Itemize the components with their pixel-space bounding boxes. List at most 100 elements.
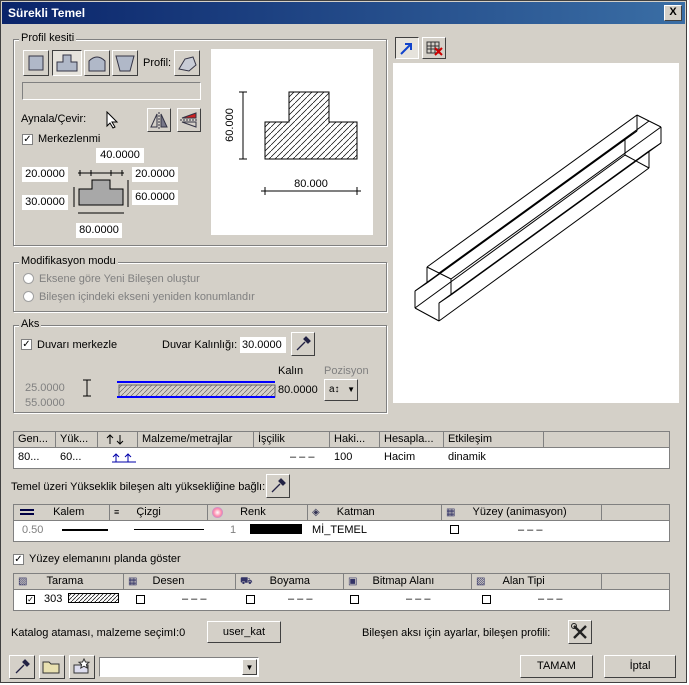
mirror-vertical-button[interactable] bbox=[177, 108, 201, 132]
surface-value[interactable]: – – – bbox=[514, 523, 542, 537]
close-button[interactable]: X bbox=[664, 5, 682, 21]
dim-bottom-field[interactable]: 80.0000 bbox=[76, 223, 122, 238]
cancel-button[interactable]: İptal bbox=[604, 655, 676, 678]
trapezoid-profile-icon bbox=[115, 55, 135, 72]
favorites-combo[interactable]: ▼ bbox=[99, 657, 259, 677]
dim-right2-field[interactable]: 60.0000 bbox=[132, 190, 178, 205]
show-surface-label: Yüzey elemanını planda göster bbox=[29, 553, 181, 565]
ok-button[interactable]: TAMAM bbox=[520, 655, 593, 678]
rounded-profile-button[interactable] bbox=[84, 50, 110, 76]
bitmap-checkbox[interactable] bbox=[350, 593, 359, 605]
layer-value[interactable]: Mİ_TEMEL bbox=[308, 523, 367, 537]
view-settings-button[interactable] bbox=[422, 37, 446, 59]
table-cell[interactable]: 100 bbox=[330, 450, 352, 464]
eyedropper-icon bbox=[296, 336, 311, 351]
line-header[interactable]: ≡ Çizgi bbox=[110, 505, 208, 521]
paint-header-label: Boyama bbox=[269, 575, 311, 587]
axis-settings-button[interactable] bbox=[568, 620, 592, 644]
wall-thickness-field[interactable]: 30.0000 bbox=[240, 337, 286, 353]
reposition-axis-radio[interactable] bbox=[23, 291, 34, 302]
axis-settings-label: Bileşen aksı için ayarlar, bileşen profi… bbox=[362, 627, 551, 639]
table-cell-icon[interactable] bbox=[106, 450, 140, 464]
dim-right1-field[interactable]: 20.0000 bbox=[132, 167, 178, 182]
paint-value[interactable]: – – – bbox=[284, 592, 312, 606]
t-profile-icon bbox=[56, 54, 78, 72]
t-profile-button[interactable] bbox=[52, 50, 82, 76]
bitmap-value[interactable]: – – – bbox=[402, 592, 430, 606]
col-header[interactable]: Yük... bbox=[56, 432, 98, 448]
preview-width-text: 80.000 bbox=[294, 178, 328, 190]
dim-top-field[interactable]: 40.0000 bbox=[96, 148, 144, 163]
table-cell[interactable]: 60... bbox=[56, 450, 81, 464]
paint-bucket-icon: ⛟ bbox=[240, 576, 253, 587]
color-header[interactable]: Renk bbox=[208, 505, 308, 521]
pen-value[interactable]: 0.50 bbox=[18, 523, 43, 537]
view-3d-button[interactable] bbox=[395, 37, 419, 59]
modification-group-label: Modifikasyon modu bbox=[19, 255, 118, 267]
mirror-horizontal-button[interactable] bbox=[147, 108, 171, 132]
col-header[interactable]: İşçilik bbox=[254, 432, 330, 448]
position-select[interactable]: a↕ ▼ bbox=[324, 379, 358, 401]
layer-header[interactable]: ◈ Katman bbox=[308, 505, 442, 521]
arrow-icon bbox=[400, 43, 412, 55]
show-surface-checkbox[interactable]: ✓ bbox=[13, 554, 24, 565]
surface-icon: ▦ bbox=[446, 507, 456, 518]
color-index[interactable]: 1 bbox=[226, 523, 236, 537]
table-cell[interactable]: – – – bbox=[286, 450, 314, 464]
line-header-label: Çizgi bbox=[136, 506, 161, 518]
pattern-value[interactable]: – – – bbox=[178, 592, 206, 606]
col-header-icon[interactable] bbox=[98, 432, 138, 448]
arrows-icon bbox=[106, 434, 124, 445]
pick-parameters-button[interactable] bbox=[9, 655, 35, 679]
hatch-sample[interactable] bbox=[68, 593, 120, 604]
hatch-header[interactable]: ▧ Tarama bbox=[14, 574, 124, 590]
new-component-radio[interactable] bbox=[23, 273, 34, 284]
line-sample[interactable] bbox=[134, 529, 204, 530]
mirror-vertical-icon bbox=[180, 112, 198, 128]
paint-checkbox[interactable] bbox=[246, 593, 255, 605]
chevron-down-icon[interactable]: ▼ bbox=[242, 659, 257, 675]
dim-left1-field[interactable]: 20.0000 bbox=[22, 167, 68, 182]
pattern-checkbox[interactable] bbox=[136, 593, 145, 605]
surface-header[interactable]: ▦ Yüzey (animasyon) bbox=[442, 505, 602, 521]
height-link-button[interactable] bbox=[266, 474, 290, 498]
custom-profile-icon bbox=[178, 56, 197, 72]
hatch-checkbox[interactable]: ✓ bbox=[26, 593, 35, 605]
pen-header[interactable]: Kalem bbox=[14, 505, 110, 521]
bitmap-header-label: Bitmap Alanı bbox=[372, 575, 435, 587]
table-cell[interactable]: dinamik bbox=[444, 450, 486, 464]
col-header[interactable]: Hesapla... bbox=[380, 432, 444, 448]
save-favorite-button[interactable] bbox=[69, 655, 95, 679]
color-swatch[interactable] bbox=[250, 524, 302, 534]
pattern-header[interactable]: ▦ Desen bbox=[124, 574, 236, 590]
center-wall-checkbox[interactable]: ✓ bbox=[21, 339, 32, 350]
surface-checkbox[interactable] bbox=[450, 523, 459, 535]
hatch-value[interactable]: 303 bbox=[40, 592, 62, 606]
bitmap-header[interactable]: ▣ Bitmap Alanı bbox=[344, 574, 472, 590]
area-type-header-label: Alan Tipi bbox=[502, 575, 545, 587]
area-type-value[interactable]: – – – bbox=[534, 592, 562, 606]
center-profile-checkbox[interactable]: ✓ bbox=[22, 134, 33, 145]
wall-thickness-pick-button[interactable] bbox=[291, 332, 315, 356]
grid-settings-icon bbox=[426, 41, 443, 56]
table-cell[interactable]: 80... bbox=[14, 450, 39, 464]
component-table: Gen... Yük... Malzeme/metrajlar İşçilik … bbox=[13, 431, 670, 469]
area-type-header[interactable]: ▨ Alan Tipi bbox=[472, 574, 602, 590]
col-header[interactable]: Haki... bbox=[330, 432, 380, 448]
col-header[interactable]: Etkileşim bbox=[444, 432, 544, 448]
table-cell[interactable]: Hacim bbox=[380, 450, 415, 464]
col-header-empty bbox=[544, 432, 669, 448]
user-kat-button[interactable]: user_kat bbox=[207, 621, 281, 643]
custom-profile-button[interactable] bbox=[174, 50, 200, 76]
area-type-checkbox[interactable] bbox=[482, 593, 491, 605]
dim-left2-field[interactable]: 30.0000 bbox=[22, 195, 68, 210]
open-favorites-button[interactable] bbox=[39, 655, 65, 679]
col-header[interactable]: Malzeme/metrajlar bbox=[138, 432, 254, 448]
mirror-label: Aynala/Çevir: bbox=[21, 113, 87, 125]
col-header[interactable]: Gen... bbox=[14, 432, 56, 448]
trapezoid-profile-button[interactable] bbox=[112, 50, 138, 76]
profile-name-field[interactable] bbox=[22, 82, 201, 100]
position-label: Pozisyon bbox=[324, 365, 369, 377]
rectangle-profile-button[interactable] bbox=[23, 50, 49, 76]
paint-header[interactable]: ⛟ Boyama bbox=[236, 574, 344, 590]
